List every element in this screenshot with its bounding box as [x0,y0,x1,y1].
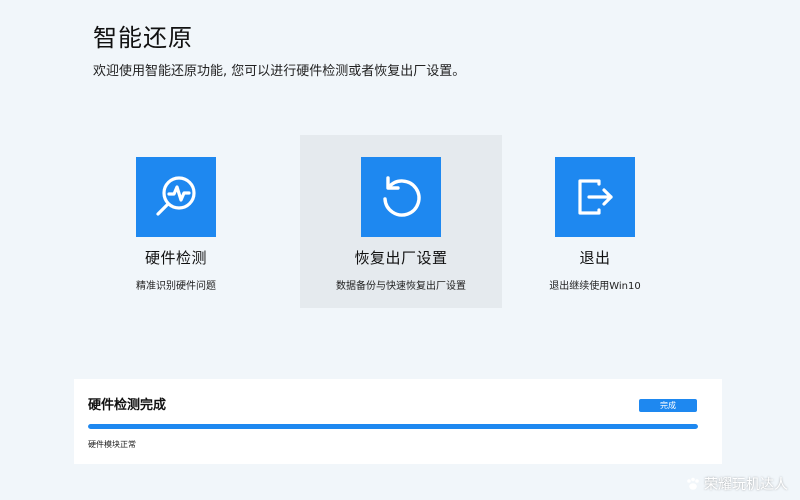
hardware-check-label: 硬件检测 [144,249,207,267]
status-badge: 完成 [639,399,697,412]
option-cards: 硬件检测 精准识别硬件问题 恢复出厂设置 数据备份与快速恢复出厂设置 退出 退出… [0,135,800,308]
progress-bar [88,424,698,429]
hardware-check-option[interactable]: 硬件检测 精准识别硬件问题 [103,135,249,308]
progress-title: 硬件检测完成 [88,398,167,413]
exit-option[interactable]: 退出 退出继续使用Win10 [525,135,665,308]
smart-restore-page: 智能还原 欢迎使用智能还原功能, 您可以进行硬件检测或者恢复出厂设置。 硬件检测… [0,0,800,500]
page-title: 智能还原 [93,24,193,52]
factory-reset-label: 恢复出厂设置 [354,249,448,267]
hardware-diagnostic-icon [136,157,216,237]
exit-label: 退出 [579,249,611,267]
progress-bar-fill [88,424,698,429]
exit-description: 退出继续使用Win10 [549,281,641,292]
page-subtitle: 欢迎使用智能还原功能, 您可以进行硬件检测或者恢复出厂设置。 [93,64,466,79]
factory-reset-description: 数据备份与快速恢复出厂设置 [336,281,466,292]
exit-icon [555,157,635,237]
progress-panel: 硬件检测完成 完成 硬件模块正常 [74,379,722,464]
progress-status: 硬件模块正常 [88,440,136,449]
hardware-check-description: 精准识别硬件问题 [136,281,216,292]
restore-icon [361,157,441,237]
paw-icon [687,477,699,490]
watermark: 荣耀玩机达人 [685,474,788,494]
factory-reset-option[interactable]: 恢复出厂设置 数据备份与快速恢复出厂设置 [300,135,502,308]
watermark-text: 荣耀玩机达人 [704,477,788,493]
